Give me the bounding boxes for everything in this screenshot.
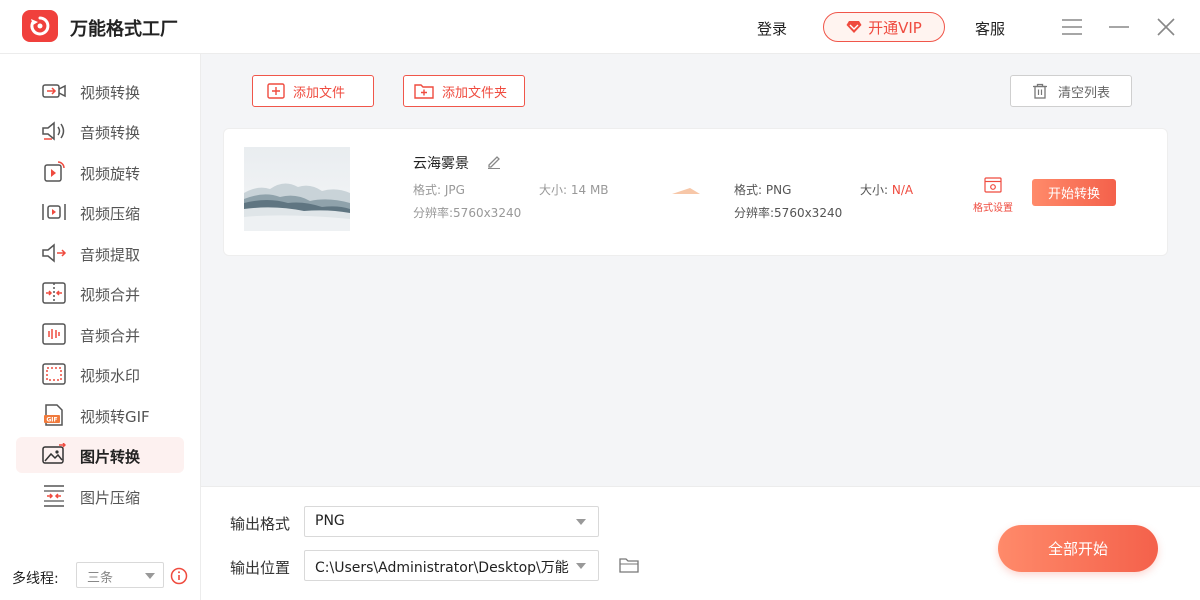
vip-button[interactable]: 开通VIP (823, 12, 945, 42)
sidebar: 视频转换 音频转换 视频旋转 视频压缩 音频提取 视频合并 音频合并 视频水印 … (0, 54, 201, 600)
chevron-down-icon (576, 519, 586, 525)
info-icon[interactable] (170, 567, 188, 585)
video-compress-icon (42, 204, 66, 220)
file-name: 云海雾景 (413, 156, 469, 172)
video-gif-icon: GIF (44, 404, 63, 426)
thread-select-value: 三条 (87, 571, 114, 586)
audio-merge-icon (42, 323, 66, 345)
diamond-icon (846, 21, 862, 33)
app-logo-icon (22, 10, 58, 42)
close-icon[interactable] (1153, 14, 1179, 40)
video-merge-icon (42, 282, 66, 304)
target-size-value: N/A (891, 183, 914, 197)
edit-pencil-icon[interactable] (486, 153, 502, 169)
add-file-icon (267, 83, 285, 99)
source-format: 格式: JPG (413, 183, 465, 197)
target-size-label: 大小: (860, 183, 889, 197)
source-size: 大小: 14 MB (539, 183, 609, 197)
folder-icon[interactable] (619, 557, 639, 573)
bottom-bar: 输出格式 PNG 输出位置 C:\Users\Administrator\Des… (201, 486, 1200, 600)
sidebar-item-audio-convert[interactable]: 音频转换 (16, 113, 184, 149)
output-format-label: 输出格式 (230, 515, 291, 533)
sidebar-item-video-convert[interactable]: 视频转换 (16, 73, 184, 109)
start-all-button[interactable]: 全部开始 (998, 525, 1158, 572)
sidebar-item-label: 视频旋转 (80, 165, 141, 183)
audio-extract-icon (42, 243, 67, 263)
sidebar-item-audio-merge[interactable]: 音频合并 (16, 316, 184, 352)
trash-icon (1032, 83, 1047, 99)
sidebar-item-label: 音频合并 (80, 327, 141, 345)
clear-list-label: 清空列表 (1057, 85, 1110, 101)
clear-list-button[interactable]: 清空列表 (1010, 75, 1132, 107)
file-card: 云海雾景 格式: JPG 大小: 14 MB 分辨率:5760x3240 格式:… (223, 128, 1168, 256)
sidebar-item-video-merge[interactable]: 视频合并 (16, 275, 184, 311)
sidebar-item-video-gif[interactable]: GIF 视频转GIF (16, 397, 184, 433)
sidebar-item-label: 视频水印 (80, 367, 141, 385)
convert-arrow-icon (672, 188, 700, 194)
output-format-select[interactable]: PNG (304, 506, 599, 537)
target-format: 格式: PNG (734, 183, 792, 197)
sidebar-item-label: 音频提取 (80, 246, 141, 264)
chevron-down-icon (576, 563, 586, 569)
sidebar-item-video-compress[interactable]: 视频压缩 (16, 194, 184, 230)
chevron-down-icon (145, 573, 155, 579)
format-setting-button[interactable]: 格式设置 (970, 177, 1016, 214)
target-size: 大小: N/A (860, 181, 913, 198)
add-folder-icon (414, 84, 434, 99)
sidebar-item-video-watermark[interactable]: 视频水印 (16, 356, 184, 392)
output-path-value: C:\Users\Administrator\Desktop\万能 (315, 560, 569, 576)
sidebar-item-label: 图片转换 (80, 448, 141, 466)
start-convert-button[interactable]: 开始转换 (1032, 179, 1116, 206)
sidebar-item-label: 视频压缩 (80, 205, 141, 223)
sidebar-item-label: 视频转GIF (80, 408, 150, 426)
file-thumbnail (244, 147, 350, 231)
video-convert-icon (42, 84, 66, 98)
login-button[interactable]: 登录 (757, 18, 787, 39)
sidebar-item-video-rotate[interactable]: 视频旋转 (16, 154, 184, 190)
main-area: 添加文件 添加文件夹 清空列表 云海雾景 格式: JPG 大小: 14 MB 分… (201, 54, 1200, 486)
sidebar-item-label: 音频转换 (80, 124, 141, 142)
svg-text:GIF: GIF (46, 417, 57, 424)
video-rotate-icon (44, 161, 65, 182)
format-setting-label: 格式设置 (973, 203, 1013, 214)
sidebar-item-label: 视频合并 (80, 286, 141, 304)
sidebar-item-label: 视频转换 (80, 84, 141, 102)
app-title: 万能格式工厂 (70, 19, 178, 40)
sidebar-item-image-compress[interactable]: 图片压缩 (16, 478, 184, 514)
menu-icon[interactable] (1059, 14, 1085, 40)
output-format-value: PNG (315, 513, 345, 529)
add-file-label: 添加文件 (293, 85, 346, 101)
source-resolution: 分辨率:5760x3240 (413, 206, 522, 220)
video-watermark-icon (42, 363, 66, 385)
title-bar: 万能格式工厂 登录 开通VIP 客服 (0, 0, 1200, 54)
sidebar-item-label: 图片压缩 (80, 489, 141, 507)
audio-convert-icon (42, 121, 65, 141)
add-file-button[interactable]: 添加文件 (252, 75, 374, 107)
thread-label: 多线程: (12, 571, 59, 587)
image-convert-icon (42, 443, 66, 464)
output-path-select[interactable]: C:\Users\Administrator\Desktop\万能 (304, 550, 599, 581)
settings-window-icon (984, 177, 1002, 193)
add-folder-button[interactable]: 添加文件夹 (403, 75, 525, 107)
sidebar-item-image-convert[interactable]: 图片转换 (16, 437, 184, 473)
target-resolution: 分辨率:5760x3240 (734, 206, 843, 220)
sidebar-item-audio-extract[interactable]: 音频提取 (16, 235, 184, 271)
minimize-icon[interactable] (1106, 14, 1132, 40)
customer-service-button[interactable]: 客服 (975, 18, 1005, 39)
output-path-label: 输出位置 (230, 559, 291, 577)
add-folder-label: 添加文件夹 (442, 85, 508, 101)
thread-select[interactable]: 三条 (76, 562, 164, 588)
image-compress-icon (44, 485, 64, 507)
vip-label: 开通VIP (868, 18, 922, 37)
